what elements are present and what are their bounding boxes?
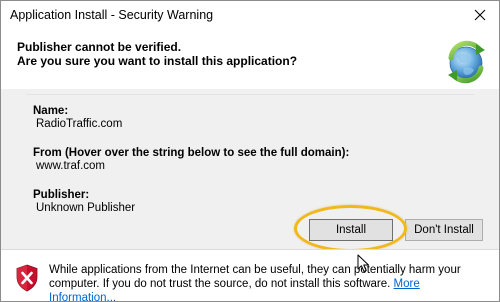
from-value[interactable]: www.traf.com <box>36 160 105 172</box>
security-warning-dialog: Application Install - Security Warning P… <box>0 0 500 302</box>
from-label: From (Hover over the string below to see… <box>33 147 350 159</box>
name-value: RadioTraffic.com <box>36 118 123 130</box>
title-bar[interactable]: Application Install - Security Warning <box>1 1 499 31</box>
close-button[interactable] <box>467 4 493 26</box>
publisher-label: Publisher: <box>33 189 90 201</box>
name-label: Name: <box>33 105 69 117</box>
install-button[interactable]: Install <box>309 219 393 241</box>
footer-warning-text: While applications from the Internet can… <box>49 263 489 301</box>
globe-install-icon <box>448 40 485 84</box>
window-title: Application Install - Security Warning <box>10 8 214 22</box>
header-question-line: Are you sure you want to install this ap… <box>17 54 298 68</box>
dont-install-button[interactable]: Don't Install <box>405 219 483 241</box>
warning-shield-icon <box>16 264 38 292</box>
header-warning-line: Publisher cannot be verified. <box>17 40 182 54</box>
dialog-footer: While applications from the Internet can… <box>1 249 499 301</box>
close-icon <box>474 9 486 21</box>
publisher-value: Unknown Publisher <box>36 202 136 214</box>
dialog-header: Publisher cannot be verified. Are you su… <box>1 31 499 89</box>
